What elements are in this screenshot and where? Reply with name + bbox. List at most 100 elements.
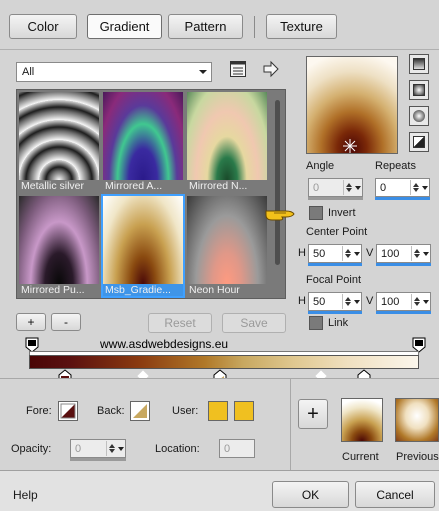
chevron-down-icon[interactable] xyxy=(423,299,429,304)
focal-point-label: Focal Point xyxy=(306,274,362,286)
scrollbar-thumb[interactable] xyxy=(275,100,280,265)
category-select-value: All xyxy=(22,66,35,78)
spinner-arrows-icon[interactable] xyxy=(411,246,421,261)
preset-thumb[interactable]: Mirrored Pu... xyxy=(19,196,99,296)
linear-style-icon[interactable] xyxy=(409,54,429,74)
slider-track[interactable] xyxy=(375,197,430,200)
gradient-preview[interactable] xyxy=(306,56,398,154)
preset-label: Mirrored Pu... xyxy=(21,284,85,296)
slider-track[interactable] xyxy=(308,263,362,266)
pointing-hand-icon xyxy=(264,206,300,222)
preset-thumb[interactable]: Metallic silver xyxy=(19,92,99,192)
rectangular-style-icon[interactable] xyxy=(409,80,429,100)
angle-stepper[interactable]: 0 xyxy=(308,178,363,200)
back-label: Back: xyxy=(97,405,125,417)
chevron-down-icon[interactable] xyxy=(354,251,360,256)
preset-thumb[interactable]: Mirrored N... xyxy=(187,92,267,192)
focal-point-marker-icon[interactable] xyxy=(343,139,357,153)
center-h-stepper[interactable]: 50 xyxy=(308,244,362,266)
previous-swatch[interactable] xyxy=(395,398,439,442)
fore-swatch[interactable] xyxy=(58,401,78,421)
focal-h-label: H xyxy=(298,295,306,307)
preset-preview xyxy=(19,92,99,180)
help-link[interactable]: Help xyxy=(13,488,38,502)
tab-divider xyxy=(254,16,255,38)
gallery-scrollbar[interactable] xyxy=(271,92,283,296)
repeats-stepper[interactable]: 0 xyxy=(375,178,430,200)
spinner-arrows-icon[interactable] xyxy=(343,180,353,195)
center-v-label: V xyxy=(366,247,374,259)
preset-options-icon[interactable] xyxy=(229,60,247,78)
ok-button[interactable]: OK xyxy=(272,481,349,508)
preset-preview xyxy=(19,196,99,284)
slider-track[interactable] xyxy=(308,311,362,314)
sunburst-style-icon[interactable] xyxy=(409,106,429,126)
slider-track[interactable] xyxy=(70,458,126,461)
location-value: 0 xyxy=(224,442,231,455)
spinner-arrows-icon[interactable] xyxy=(411,294,421,309)
back-swatch[interactable] xyxy=(130,401,150,421)
angle-value: 0 xyxy=(313,181,320,194)
slider-track[interactable] xyxy=(376,263,431,266)
tab-color[interactable]: Color xyxy=(9,14,77,39)
current-swatch[interactable] xyxy=(341,398,383,442)
location-field[interactable]: 0 xyxy=(219,439,255,458)
slider-track[interactable] xyxy=(308,197,363,200)
chevron-down-icon[interactable] xyxy=(354,299,360,304)
reset-button[interactable]: Reset xyxy=(148,313,212,333)
preset-thumb-selected[interactable]: Msb_Gradie... xyxy=(101,194,185,298)
focal-v-label: V xyxy=(366,295,374,307)
preset-label: Mirrored A... xyxy=(105,180,163,192)
user-swatch-1[interactable] xyxy=(208,401,228,421)
tab-pattern[interactable]: Pattern xyxy=(168,14,243,39)
focal-v-value: 100 xyxy=(381,295,400,308)
center-point-label: Center Point xyxy=(306,226,368,238)
preset-preview xyxy=(103,92,183,180)
gradient-bar[interactable] xyxy=(29,355,419,369)
preset-thumb[interactable]: Neon Hour xyxy=(187,196,267,296)
preset-label: Metallic silver xyxy=(21,180,85,192)
preset-thumb[interactable]: Mirrored A... xyxy=(103,92,183,192)
invert-label: Invert xyxy=(328,207,356,219)
add-swatch-button[interactable]: + xyxy=(298,399,328,429)
category-select[interactable]: All xyxy=(16,62,212,82)
arrow-right-icon[interactable] xyxy=(262,60,280,78)
spinner-arrows-icon[interactable] xyxy=(342,294,352,309)
tab-gradient[interactable]: Gradient xyxy=(87,14,162,39)
chevron-down-icon[interactable] xyxy=(423,251,429,256)
cancel-button[interactable]: Cancel xyxy=(355,481,435,508)
fore-label: Fore: xyxy=(26,405,52,417)
focal-h-value: 50 xyxy=(313,295,326,308)
link-label: Link xyxy=(328,317,349,329)
center-h-value: 50 xyxy=(313,247,326,260)
user-swatch-2[interactable] xyxy=(234,401,254,421)
preset-label: Msb_Gradie... xyxy=(103,284,183,296)
chevron-down-icon[interactable] xyxy=(422,185,428,190)
tab-texture[interactable]: Texture xyxy=(266,14,337,39)
link-checkbox[interactable] xyxy=(309,316,323,330)
chevron-down-icon[interactable] xyxy=(118,446,124,451)
invert-checkbox[interactable] xyxy=(309,206,323,220)
save-preset-button[interactable]: Save xyxy=(222,313,286,333)
remove-preset-button[interactable]: - xyxy=(51,313,81,331)
user-label: User: xyxy=(172,405,199,417)
slider-track[interactable] xyxy=(376,311,431,314)
watermark-text: www.asdwebdesigns.eu xyxy=(100,337,229,351)
focal-v-stepper[interactable]: 100 xyxy=(376,292,431,314)
current-label: Current xyxy=(342,451,379,463)
preset-gallery: Metallic silver Mirrored A... Mirrored N… xyxy=(16,89,286,299)
chevron-down-icon[interactable] xyxy=(355,185,361,190)
spinner-arrows-icon[interactable] xyxy=(410,180,420,195)
add-preset-button[interactable]: + xyxy=(16,313,46,331)
spinner-arrows-icon[interactable] xyxy=(342,246,352,261)
center-h-label: H xyxy=(298,247,306,259)
spinner-arrows-icon[interactable] xyxy=(106,441,116,456)
opacity-stepper[interactable]: 0 xyxy=(70,439,126,461)
center-v-stepper[interactable]: 100 xyxy=(376,244,431,266)
repeats-value: 0 xyxy=(380,181,387,194)
center-v-value: 100 xyxy=(381,247,400,260)
radial-style-icon[interactable] xyxy=(409,132,429,152)
focal-h-stepper[interactable]: 50 xyxy=(308,292,362,314)
preset-preview xyxy=(187,196,267,284)
chevron-down-icon xyxy=(199,70,207,74)
